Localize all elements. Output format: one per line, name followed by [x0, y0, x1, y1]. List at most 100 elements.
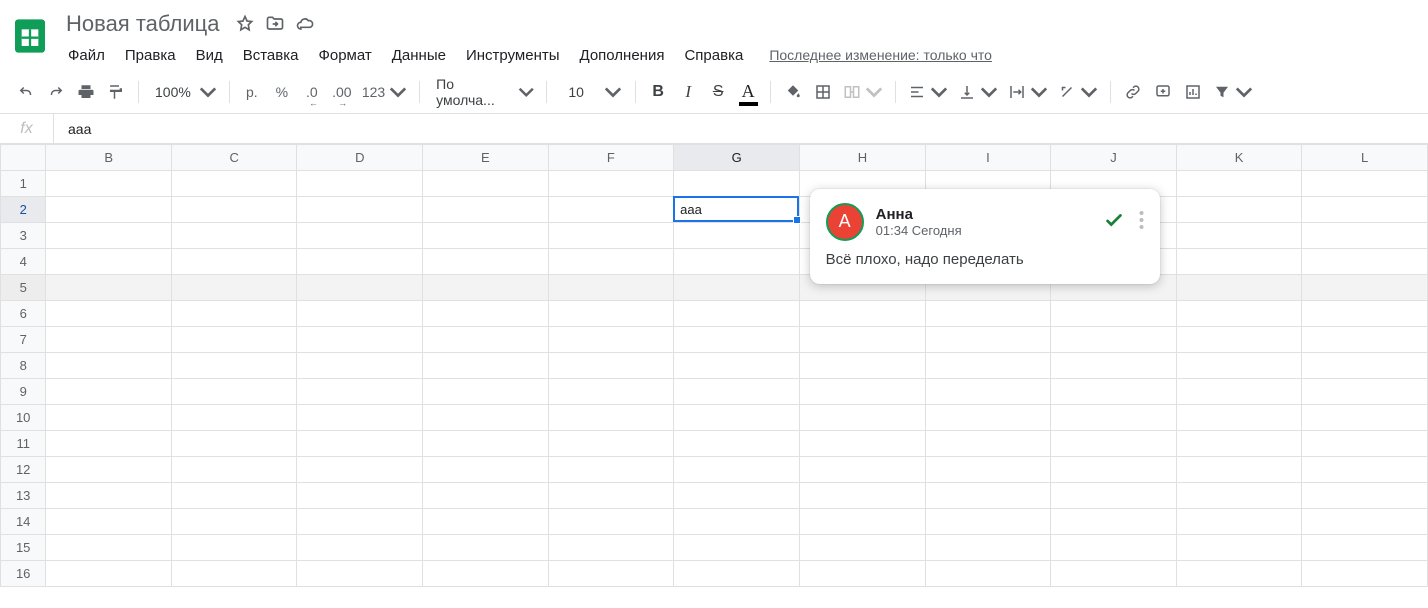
increase-decimal-button[interactable]: .00→	[328, 78, 356, 106]
col-header-J[interactable]: J	[1051, 145, 1177, 171]
cell-B11[interactable]	[46, 431, 172, 457]
cell-J11[interactable]	[1051, 431, 1177, 457]
cell-H15[interactable]	[800, 535, 926, 561]
menu-справка[interactable]: Справка	[676, 43, 751, 68]
cell-K13[interactable]	[1176, 483, 1302, 509]
cell-I6[interactable]	[925, 301, 1051, 327]
cell-E3[interactable]	[423, 223, 549, 249]
cell-E1[interactable]	[423, 171, 549, 197]
cell-F11[interactable]	[548, 431, 674, 457]
cell-E15[interactable]	[423, 535, 549, 561]
resolve-check-icon[interactable]	[1103, 209, 1125, 234]
cell-B10[interactable]	[46, 405, 172, 431]
row-header-1[interactable]: 1	[1, 171, 46, 197]
last-edit-link[interactable]: Последнее изменение: только что	[769, 47, 992, 63]
cell-I13[interactable]	[925, 483, 1051, 509]
cell-E11[interactable]	[423, 431, 549, 457]
cell-C15[interactable]	[171, 535, 297, 561]
cell-B8[interactable]	[46, 353, 172, 379]
cell-L15[interactable]	[1302, 535, 1428, 561]
cell-C2[interactable]	[171, 197, 297, 223]
cell-F13[interactable]	[548, 483, 674, 509]
cell-D4[interactable]	[297, 249, 423, 275]
cell-L4[interactable]	[1302, 249, 1428, 275]
merge-button[interactable]	[839, 78, 887, 106]
cell-G3[interactable]	[674, 223, 800, 249]
cell-J15[interactable]	[1051, 535, 1177, 561]
cell-H8[interactable]	[800, 353, 926, 379]
cell-F5[interactable]	[548, 275, 674, 301]
menu-вставка[interactable]: Вставка	[235, 43, 307, 68]
cell-J8[interactable]	[1051, 353, 1177, 379]
cell-D10[interactable]	[297, 405, 423, 431]
bold-button[interactable]: B	[644, 78, 672, 106]
cell-I12[interactable]	[925, 457, 1051, 483]
cell-C14[interactable]	[171, 509, 297, 535]
cell-K6[interactable]	[1176, 301, 1302, 327]
cell-K4[interactable]	[1176, 249, 1302, 275]
cell-G16[interactable]	[674, 561, 800, 587]
cell-L8[interactable]	[1302, 353, 1428, 379]
decrease-decimal-button[interactable]: .0←	[298, 78, 326, 106]
cell-C6[interactable]	[171, 301, 297, 327]
cell-H12[interactable]	[800, 457, 926, 483]
menu-файл[interactable]: Файл	[60, 43, 113, 68]
cell-E7[interactable]	[423, 327, 549, 353]
cell-C4[interactable]	[171, 249, 297, 275]
cell-L13[interactable]	[1302, 483, 1428, 509]
link-button[interactable]	[1119, 78, 1147, 106]
row-header-2[interactable]: 2	[1, 197, 46, 223]
cell-D8[interactable]	[297, 353, 423, 379]
strike-button[interactable]: S	[704, 78, 732, 106]
font-size-dropdown[interactable]: 10	[555, 78, 597, 106]
row-header-15[interactable]: 15	[1, 535, 46, 561]
col-header-B[interactable]: B	[46, 145, 172, 171]
cell-J14[interactable]	[1051, 509, 1177, 535]
cell-E5[interactable]	[423, 275, 549, 301]
cell-E9[interactable]	[423, 379, 549, 405]
cell-G6[interactable]	[674, 301, 800, 327]
cell-F7[interactable]	[548, 327, 674, 353]
cell-K14[interactable]	[1176, 509, 1302, 535]
cell-J9[interactable]	[1051, 379, 1177, 405]
cell-H14[interactable]	[800, 509, 926, 535]
cell-C11[interactable]	[171, 431, 297, 457]
cell-G14[interactable]	[674, 509, 800, 535]
cell-D1[interactable]	[297, 171, 423, 197]
menu-формат[interactable]: Формат	[310, 43, 379, 68]
sheets-logo-icon[interactable]	[10, 8, 50, 60]
cell-B4[interactable]	[46, 249, 172, 275]
cell-K1[interactable]	[1176, 171, 1302, 197]
cell-J13[interactable]	[1051, 483, 1177, 509]
cell-I10[interactable]	[925, 405, 1051, 431]
cell-F8[interactable]	[548, 353, 674, 379]
rotate-button[interactable]	[1054, 78, 1102, 106]
cell-F1[interactable]	[548, 171, 674, 197]
move-folder-icon[interactable]	[265, 14, 285, 34]
cell-C13[interactable]	[171, 483, 297, 509]
undo-button[interactable]	[12, 78, 40, 106]
cell-L11[interactable]	[1302, 431, 1428, 457]
row-header-5[interactable]: 5	[1, 275, 46, 301]
cell-J7[interactable]	[1051, 327, 1177, 353]
cell-D7[interactable]	[297, 327, 423, 353]
row-header-13[interactable]: 13	[1, 483, 46, 509]
cell-C8[interactable]	[171, 353, 297, 379]
cell-E14[interactable]	[423, 509, 549, 535]
col-header-C[interactable]: C	[171, 145, 297, 171]
menu-дополнения[interactable]: Дополнения	[572, 43, 673, 68]
cell-D13[interactable]	[297, 483, 423, 509]
cell-K12[interactable]	[1176, 457, 1302, 483]
filter-button[interactable]	[1209, 78, 1257, 106]
cell-F14[interactable]	[548, 509, 674, 535]
doc-title[interactable]: Новая таблица	[60, 9, 225, 39]
cell-K15[interactable]	[1176, 535, 1302, 561]
cell-L3[interactable]	[1302, 223, 1428, 249]
row-header-6[interactable]: 6	[1, 301, 46, 327]
cell-D12[interactable]	[297, 457, 423, 483]
col-header-F[interactable]: F	[548, 145, 674, 171]
col-header-I[interactable]: I	[925, 145, 1051, 171]
cell-I8[interactable]	[925, 353, 1051, 379]
cell-B13[interactable]	[46, 483, 172, 509]
cell-L7[interactable]	[1302, 327, 1428, 353]
